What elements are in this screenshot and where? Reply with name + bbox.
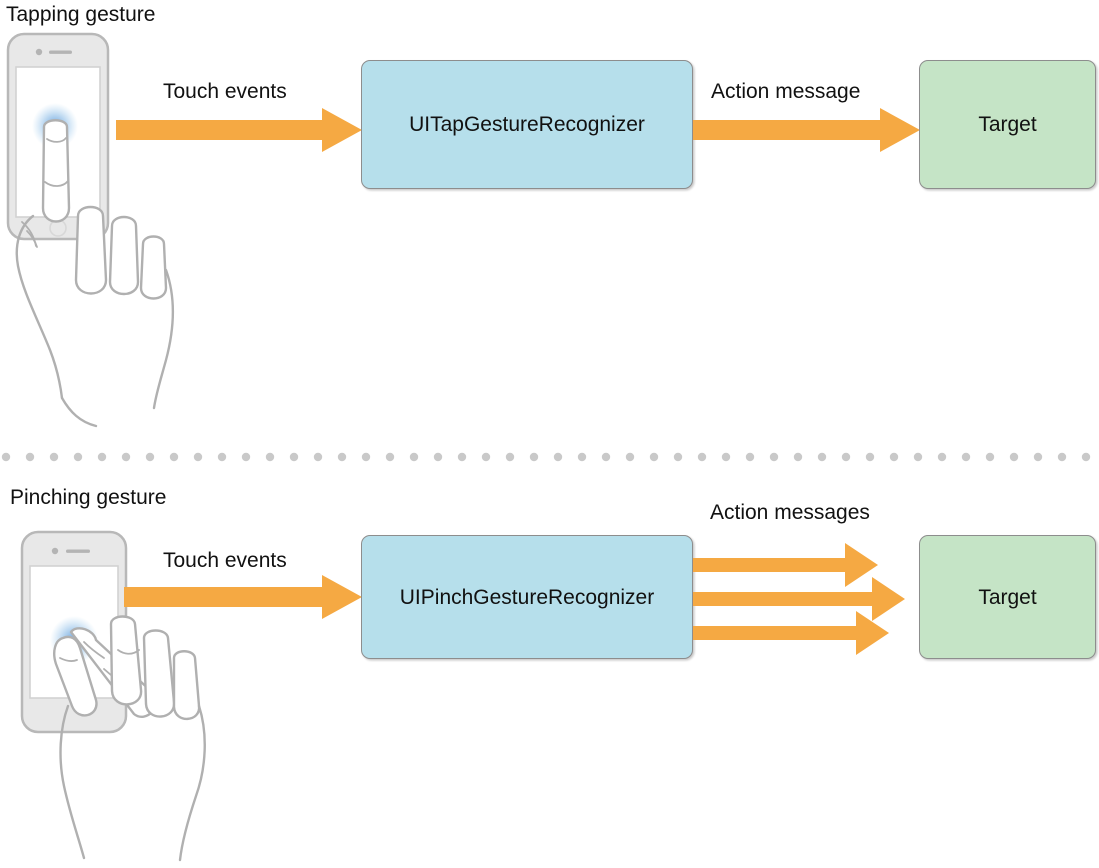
- dotted-horizontal-divider: [1, 452, 1091, 462]
- section-title-pinching: Pinching gesture: [10, 486, 167, 509]
- arrow-group-action-messages-pinching: [693, 543, 905, 655]
- node-label-pinch-recognizer: UIPinchGestureRecognizer: [399, 585, 655, 609]
- arrow-action-message-tapping: [693, 108, 920, 152]
- arrow-touch-events-tapping: [116, 108, 362, 152]
- label-touch-events-pinching: Touch events: [163, 549, 287, 572]
- node-label-target-tapping: Target: [978, 113, 1037, 136]
- diagram-canvas: Tapping gesture Touch events UITapGestur…: [0, 0, 1099, 868]
- label-touch-events-tapping: Touch events: [163, 80, 287, 103]
- node-target-tapping[interactable]: Target: [919, 60, 1096, 189]
- node-label-tap-recognizer: UITapGestureRecognizer: [409, 113, 645, 136]
- arrow-touch-events-pinching: [124, 575, 362, 619]
- label-action-messages-pinching: Action messages: [710, 501, 870, 524]
- node-target-pinching[interactable]: Target: [919, 535, 1096, 659]
- node-label-target-pinching: Target: [978, 585, 1037, 609]
- node-uipinchgesturerecognizer[interactable]: UIPinchGestureRecognizer: [361, 535, 693, 659]
- section-title-tapping: Tapping gesture: [6, 3, 156, 26]
- label-action-message-tapping: Action message: [711, 80, 861, 103]
- node-uitapgesturerecognizer[interactable]: UITapGestureRecognizer: [361, 60, 693, 189]
